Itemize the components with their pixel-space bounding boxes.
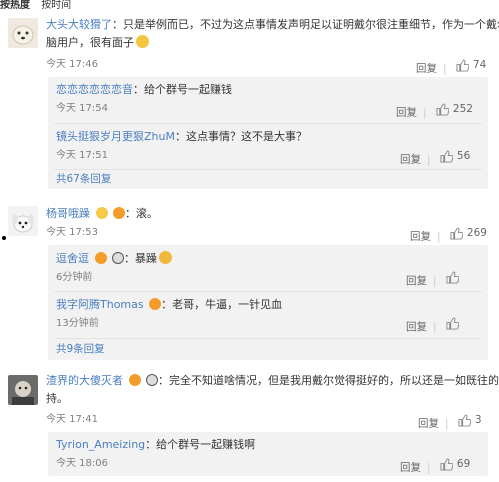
reply-button[interactable]: 回复 — [416, 63, 437, 75]
level-badge-icon — [113, 207, 125, 219]
reply-button[interactable]: 回复 — [410, 231, 431, 243]
reply-button[interactable]: 回复 — [406, 321, 427, 333]
panda-emoji-icon — [146, 374, 158, 386]
like-button[interactable]: 69 — [440, 457, 470, 471]
level-badge-icon — [128, 374, 141, 386]
thumb-up-icon — [436, 102, 449, 116]
reply-username[interactable]: 镜头挺狠岁月更狠ZhuM — [56, 130, 175, 143]
reply-username[interactable]: 我字阿腾Thomas — [56, 298, 144, 311]
thumb-up-icon — [446, 271, 459, 284]
reply-list: Tyrion_Ameizing：给个群号一起赚钱啊 今天 18:06 回复 | 6… — [48, 432, 488, 476]
reply-item: 镜头挺狠岁月更狠ZhuM：这点事情？这不是大事？ 今天 17:51 回复 | 56 — [56, 130, 471, 166]
like-button[interactable] — [446, 271, 459, 284]
comment-text-cont: 持。 — [46, 392, 68, 405]
reply-time: 13分钟前 — [56, 318, 99, 329]
comment-text: 渣界的大傻灭者 ：完全不知道啥情况，但是我用戴尔觉得挺好的，所以还是一如既往的支 — [46, 374, 499, 387]
panda-emoji-icon — [112, 252, 124, 264]
reply-time: 今天 17:51 — [56, 150, 108, 161]
thumb-up-icon — [446, 317, 459, 330]
more-replies-link[interactable]: 共67条回复 — [56, 172, 111, 186]
like-button[interactable]: 3 — [458, 413, 482, 427]
reply-username[interactable]: Tyrion_Ameizing — [56, 438, 145, 451]
divider — [54, 123, 482, 124]
angry-emoji-icon — [159, 251, 172, 264]
reply-button[interactable]: 回复 — [406, 275, 427, 287]
comment-text-cont: 脑用户，很有面子 — [46, 35, 149, 51]
avatar[interactable] — [8, 375, 38, 405]
reply-time: 6分钟前 — [56, 272, 93, 283]
reply-button[interactable]: 回复 — [418, 418, 439, 430]
comment-text: 大头大较猾了：只是举例而已，不过为这点事情发声明足以证明戴尔很注重细节，作为一个… — [46, 18, 499, 31]
sort-by-hot[interactable]: 按热度 — [0, 0, 30, 11]
reply-list: 恋恋恋恋恋恋音：给个群号一起赚钱 今天 17:54 回复 | 252 镜头挺狠岁月… — [48, 77, 488, 189]
reply-username[interactable]: 逗舍逗 — [56, 252, 89, 265]
like-button[interactable] — [446, 317, 459, 330]
thumb-up-icon — [440, 149, 453, 163]
thumb-up-icon — [440, 457, 453, 471]
reply-item: Tyrion_Ameizing：给个群号一起赚钱啊 今天 18:06 回复 | 6… — [56, 438, 471, 474]
comment-time: 今天 17:41 — [46, 414, 98, 425]
comment-time: 今天 17:46 — [46, 59, 98, 70]
grin-emoji-icon — [136, 35, 149, 48]
like-button[interactable]: 252 — [436, 102, 473, 116]
comment-item: 渣界的大傻灭者 ：完全不知道啥情况，但是我用戴尔觉得挺好的，所以还是一如既往的支… — [0, 370, 499, 480]
comment-item: 杨哥哦躁 ：滚。 今天 17:53 回复 | 269 逗舍逗 ：暴躁 6分钟前 回… — [0, 200, 499, 360]
reply-item: 我字阿腾Thomas ：老哥，牛逼，一针见血 13分钟前 回复 | — [48, 295, 488, 333]
puppy-avatar-icon — [8, 206, 38, 236]
avatar[interactable] — [8, 18, 38, 48]
divider — [54, 291, 482, 292]
dog-avatar-icon — [8, 18, 38, 48]
level-badge-icon — [94, 252, 107, 264]
comment-time: 今天 17:53 — [46, 227, 98, 238]
comment-username[interactable]: 杨哥哦躁 — [46, 207, 90, 220]
like-button[interactable]: 56 — [440, 149, 470, 163]
comment-username[interactable]: 大头大较猾了 — [46, 18, 112, 31]
thumb-up-icon — [458, 413, 471, 427]
comment-actions: 回复 | 74 — [416, 58, 487, 75]
divider — [54, 169, 482, 170]
like-button[interactable]: 74 — [456, 58, 486, 72]
thumb-up-icon — [450, 226, 463, 240]
avatar[interactable] — [8, 206, 38, 236]
reply-item: 恋恋恋恋恋恋音：给个群号一起赚钱 今天 17:54 回复 | 252 — [56, 83, 473, 119]
comment-text: 杨哥哦躁 ：滚。 — [46, 207, 158, 220]
level-badge-icon — [149, 298, 162, 310]
comment-item: 大头大较猾了：只是举例而已，不过为这点事情发声明足以证明戴尔很注重细节，作为一个… — [0, 14, 499, 189]
reply-button[interactable]: 回复 — [396, 107, 417, 119]
like-button[interactable]: 269 — [450, 226, 487, 240]
reply-time: 今天 17:54 — [56, 103, 108, 114]
reply-list: 逗舍逗 ：暴躁 6分钟前 回复 | 我字阿腾Thomas ：老哥，牛逼，一针见血 … — [48, 245, 488, 360]
reply-username[interactable]: 恋恋恋恋恋恋音 — [56, 83, 133, 96]
vip-badge-icon — [95, 207, 108, 219]
reply-time: 今天 18:06 — [56, 458, 108, 469]
comment-username[interactable]: 渣界的大傻灭者 — [46, 374, 123, 387]
sort-bar: 按热度 按时间 — [0, 0, 499, 13]
reply-button[interactable]: 回复 — [400, 462, 421, 474]
sort-by-time[interactable]: 按时间 — [41, 0, 71, 11]
cartoon-avatar-icon — [8, 375, 38, 405]
thumb-up-icon — [456, 58, 469, 72]
reply-item: 逗舍逗 ：暴躁 6分钟前 回复 | — [48, 249, 488, 287]
more-replies-link[interactable]: 共9条回复 — [56, 342, 105, 356]
reply-button[interactable]: 回复 — [400, 154, 421, 166]
divider — [54, 338, 482, 339]
